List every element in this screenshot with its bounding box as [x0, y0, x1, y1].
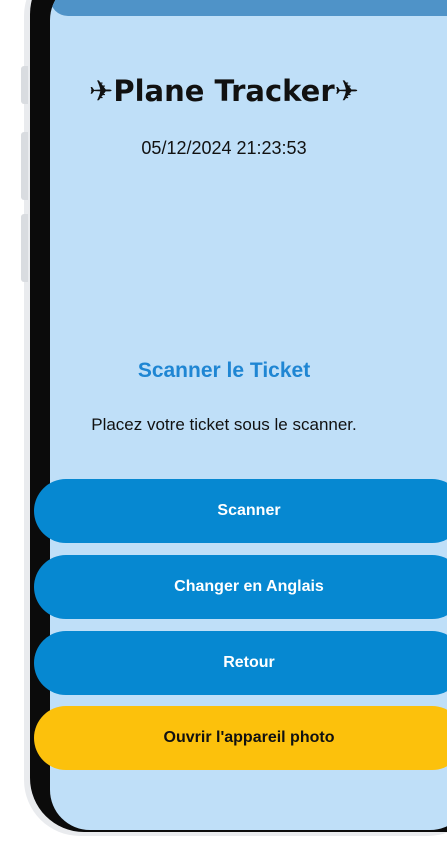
volume-down-button — [21, 214, 28, 282]
change-language-button[interactable]: Changer en Anglais — [34, 555, 447, 619]
app-title-text: Plane Tracker — [113, 74, 335, 108]
open-camera-button-label: Ouvrir l'appareil photo — [163, 729, 335, 746]
change-language-button-label: Changer en Anglais — [174, 578, 324, 595]
plane-icon: ✈ — [89, 74, 114, 108]
scan-instructions: Placez votre ticket sous le scanner. — [91, 415, 357, 434]
scan-button[interactable]: Scanner — [34, 479, 447, 543]
plane-icon: ✈ — [334, 74, 359, 108]
back-button-label: Retour — [223, 654, 275, 671]
device-mockup: ✈Plane Tracker✈ 05/12/2024 21:23:53 Scan… — [0, 0, 447, 842]
app-title: ✈Plane Tracker✈ — [0, 74, 447, 108]
scan-button-label: Scanner — [217, 502, 281, 519]
scan-section-heading: Scanner le Ticket — [137, 359, 311, 382]
current-datetime: 05/12/2024 21:23:53 — [141, 138, 307, 158]
open-camera-button[interactable]: Ouvrir l'appareil photo — [34, 706, 447, 770]
back-button[interactable]: Retour — [34, 631, 447, 695]
status-bar — [50, 0, 447, 16]
